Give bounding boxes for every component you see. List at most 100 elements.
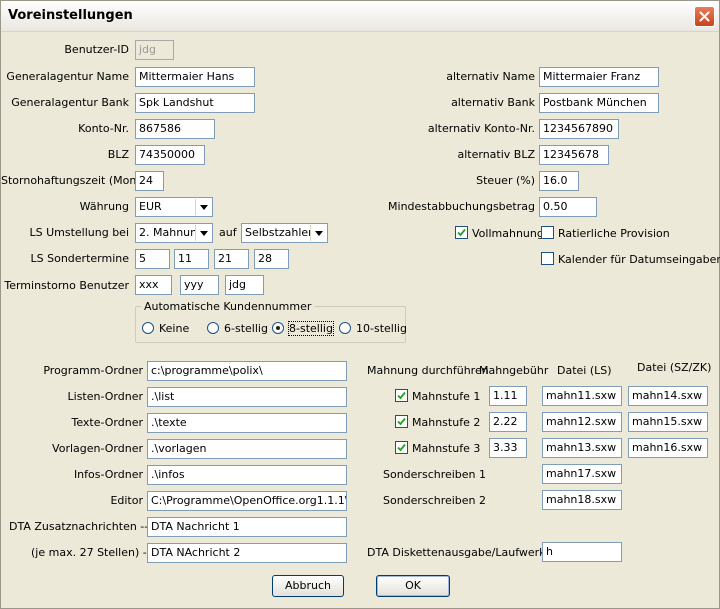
benutzer-id-label: Benutzer-ID [64,43,129,56]
mahnstufe-1-datei-szzk-input[interactable]: mahn14.sxw [628,386,708,406]
kundennummer-legend: Automatische Kundennummer [141,300,315,313]
vollmahnung-checkbox[interactable] [455,226,468,239]
mahnstufe-3-datei-szzk-input[interactable]: mahn16.sxw [628,438,708,458]
vorlagen-ordner-input[interactable]: .\vorlagen [147,439,347,459]
storno-label: Stornohaftungszeit (Mon.) [1,174,145,187]
sondertermin-1-input[interactable]: 5 [135,249,170,269]
mahngebuehr-header: Mahngebühr [479,364,549,377]
alt-blz-label: alternativ BLZ [457,148,535,161]
close-button[interactable] [694,6,715,27]
waehrung-select[interactable]: EUR [135,197,213,217]
ga-name-label: Generalagentur Name [6,70,129,83]
sondertermin-2-input[interactable]: 11 [174,249,209,269]
chevron-down-icon[interactable] [195,199,211,215]
checkmark-icon [397,391,406,400]
terminstorno-label: Terminstorno Benutzer [4,279,129,292]
alt-name-input[interactable]: Mittermaier Franz [539,67,659,87]
mahnstufe-3-datei-ls-input[interactable]: mahn13.sxw [542,438,622,458]
alt-bank-input[interactable]: Postbank München [539,93,659,113]
mindest-input[interactable]: 0.50 [539,197,597,217]
steuer-input[interactable]: 16.0 [539,171,579,191]
mahnung-durchfuehren-header: Mahnung durchführen [367,364,489,377]
dta1-input[interactable]: DTA Nachricht 1 [147,517,347,537]
terminstorno-1-input[interactable]: xxx [135,275,172,295]
ratierlich-label: Ratierliche Provision [558,227,670,240]
programm-ordner-label: Programm-Ordner [43,364,143,377]
sonderschreiben-2-label: Sonderschreiben 2 [383,494,487,507]
konto-label: Konto-Nr. [78,122,129,135]
radio-10-stellig[interactable] [339,322,351,334]
infos-ordner-input[interactable]: .\infos [147,465,347,485]
sonderschreiben-1-label: Sonderschreiben 1 [383,468,487,481]
dta-diskette-label: DTA Diskettenausgabe/Laufwerk [367,546,546,559]
mahnstufe-2-checkbox[interactable] [395,415,408,428]
sonderschreiben-2-input[interactable]: mahn18.sxw [542,490,622,510]
terminstorno-3-input[interactable]: jdg [225,275,264,295]
ls-sondertermine-label: LS Sondertermine [30,252,129,265]
dta1-label: DTA Zusatznachrichten -- 1 [9,520,159,533]
alt-konto-input[interactable]: 1234567890 [539,119,619,139]
radio-keine[interactable] [142,322,154,334]
checkmark-icon [397,417,406,426]
dta-diskette-input[interactable]: h [542,542,622,562]
ls-umstellung-select[interactable]: 2. Mahnung [135,223,213,243]
ga-name-input[interactable]: Mittermaier Hans [135,67,255,87]
chevron-down-icon[interactable] [195,225,211,241]
sondertermin-4-input[interactable]: 28 [254,249,289,269]
radio-8-stellig-label: 8-stellig [288,321,334,336]
dta2-input[interactable]: DTA NAchricht 2 [147,543,347,563]
benutzer-id-input[interactable]: jdg [135,40,174,60]
mahnstufe-1-datei-ls-input[interactable]: mahn11.sxw [542,386,622,406]
sondertermin-3-input[interactable]: 21 [214,249,249,269]
texte-ordner-input[interactable]: .\texte [147,413,347,433]
mahnstufe-3-checkbox[interactable] [395,441,408,454]
blz-label: BLZ [107,148,129,161]
auf-select[interactable]: Selbstzahler [241,223,328,243]
kalender-checkbox[interactable] [541,252,554,265]
ga-bank-label: Generalagentur Bank [11,96,129,109]
chevron-down-icon[interactable] [310,225,326,241]
datei-ls-header: Datei (LS) [557,364,612,377]
mahnstufe-2-datei-ls-input[interactable]: mahn12.sxw [542,412,622,432]
checkmark-icon [457,228,466,237]
mahnstufe-1-gebuehr-input[interactable]: 1.11 [489,386,527,406]
mahnstufe-2-label: Mahnstufe 2 [412,416,481,429]
listen-ordner-input[interactable]: .\list [147,387,347,407]
terminstorno-2-input[interactable]: yyy [180,275,219,295]
waehrung-label: Währung [79,200,129,213]
storno-input[interactable]: 24 [135,171,164,191]
mahnstufe-2-gebuehr-input[interactable]: 2.22 [489,412,527,432]
programm-ordner-input[interactable]: c:\programme\polix\ [147,361,347,381]
listen-ordner-label: Listen-Ordner [67,390,143,403]
vorlagen-ordner-label: Vorlagen-Ordner [52,442,143,455]
sonderschreiben-1-input[interactable]: mahn17.sxw [542,464,622,484]
dta2-label: (je max. 27 Stellen) -- 2 [31,546,162,559]
datei-szzk-header: Datei (SZ/ZK) [637,361,712,374]
dialog-window: Voreinstellungen Benutzer-ID jdg General… [0,0,720,609]
ratierlich-checkbox[interactable] [541,226,554,239]
vollmahnung-label: Vollmahnung [472,227,544,240]
radio-keine-label: Keine [159,322,190,335]
radio-6-stellig[interactable] [207,322,219,334]
mahnstufe-1-checkbox[interactable] [395,389,408,402]
alt-bank-label: alternativ Bank [451,96,535,109]
ga-bank-input[interactable]: Spk Landshut [135,93,255,113]
konto-input[interactable]: 867586 [135,119,215,139]
ok-button[interactable]: OK [376,575,450,597]
auf-label: auf [219,226,237,239]
mahnstufe-3-gebuehr-input[interactable]: 3.33 [489,438,527,458]
title-bar[interactable]: Voreinstellungen [1,1,719,32]
texte-ordner-label: Texte-Ordner [71,416,143,429]
radio-6-stellig-label: 6-stellig [224,322,268,335]
radio-selected-dot [276,326,280,330]
window-title: Voreinstellungen [8,8,133,23]
radio-8-stellig[interactable] [272,322,284,334]
alt-blz-input[interactable]: 12345678 [539,145,609,165]
editor-label: Editor [110,494,143,507]
blz-input[interactable]: 74350000 [135,145,205,165]
mahnstufe-2-datei-szzk-input[interactable]: mahn15.sxw [628,412,708,432]
abbruch-button[interactable]: Abbruch [272,575,344,597]
alt-name-label: alternativ Name [446,70,535,83]
editor-input[interactable]: C:\Programme\OpenOffice.org1.1.1\pro [147,491,347,511]
close-icon [699,11,710,22]
